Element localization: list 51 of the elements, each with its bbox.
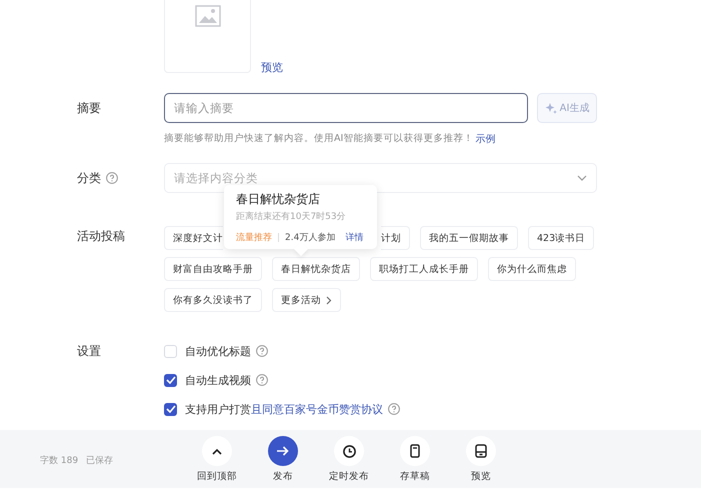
footer-action-button[interactable]: 预览 [458, 436, 504, 488]
example-link[interactable]: 示例 [475, 132, 496, 146]
tablet-icon [475, 444, 487, 458]
activity-tag[interactable]: 我的五一假期故事 [420, 226, 518, 250]
activity-tag[interactable]: 财富自由攻略手册 [164, 257, 262, 281]
help-icon [256, 345, 268, 357]
preview-link[interactable]: 预览 [261, 60, 283, 75]
participants-text: 2.4万人参加 [285, 232, 336, 244]
option-label: 自动生成视频 [185, 372, 251, 388]
footer-action-button[interactable]: 回到顶部 [194, 436, 240, 488]
hint-text: 摘要能够帮助用户快速了解内容。使用AI智能摘要可以获得更多推荐！ [164, 132, 474, 146]
activity-tag[interactable]: 423读书日 [528, 226, 594, 250]
clock-icon [342, 444, 356, 458]
field-label: 分类 [77, 170, 101, 186]
traffic-label: 流量推荐 [236, 232, 272, 244]
help-icon [388, 403, 400, 415]
activity-tag[interactable]: 职场打工人成长手册 [370, 257, 478, 281]
summary-input[interactable]: 请输入摘要 [164, 93, 528, 123]
checkbox[interactable] [164, 374, 177, 386]
chevron-right-icon [326, 296, 332, 304]
save-status: 已保存 [86, 454, 114, 467]
help-icon [106, 172, 118, 184]
sparkle-icon [544, 102, 557, 114]
word-count: 字数 189 [40, 454, 78, 467]
check-icon [166, 405, 176, 413]
activity-tag[interactable]: 春日解忧杂货店 [272, 257, 360, 281]
option-label: 自动优化标题 [185, 344, 251, 358]
activity-tag[interactable]: 你有多久没读书了 [164, 288, 262, 312]
activity-tag[interactable]: 你为什么而焦虑 [488, 257, 576, 281]
field-label: 摘要 [77, 100, 101, 116]
agreement-link[interactable]: 且同意百家号金币赞赏协议 [251, 402, 383, 416]
details-link[interactable]: 详情 [345, 231, 364, 244]
arrow-right-icon [277, 446, 289, 456]
check-icon [166, 376, 176, 384]
chevron-down-icon [577, 175, 587, 181]
activity-tag[interactable]: 更多活动 [272, 288, 341, 312]
footer-action-button[interactable]: 存草稿 [392, 436, 438, 488]
footer-action-button[interactable]: 定时发布 [326, 436, 372, 488]
image-icon [194, 5, 220, 27]
popover-title: 春日解忧杂货店 [236, 191, 321, 208]
activity-tag[interactable]: 深度好文计 [164, 226, 223, 250]
chevron-up-icon [212, 448, 222, 454]
option-label: 支持用户打赏 [185, 402, 251, 416]
help-icon [256, 374, 268, 386]
field-label: 设置 [77, 342, 101, 360]
document-icon [410, 444, 420, 458]
countdown-text: 距离结束还有10天7时53分 [236, 210, 347, 223]
footer-action-button[interactable]: 发布 [260, 436, 306, 488]
activity-tag[interactable]: 计划 [381, 226, 410, 250]
checkbox[interactable] [164, 402, 177, 416]
field-label: 活动投稿 [77, 228, 125, 244]
